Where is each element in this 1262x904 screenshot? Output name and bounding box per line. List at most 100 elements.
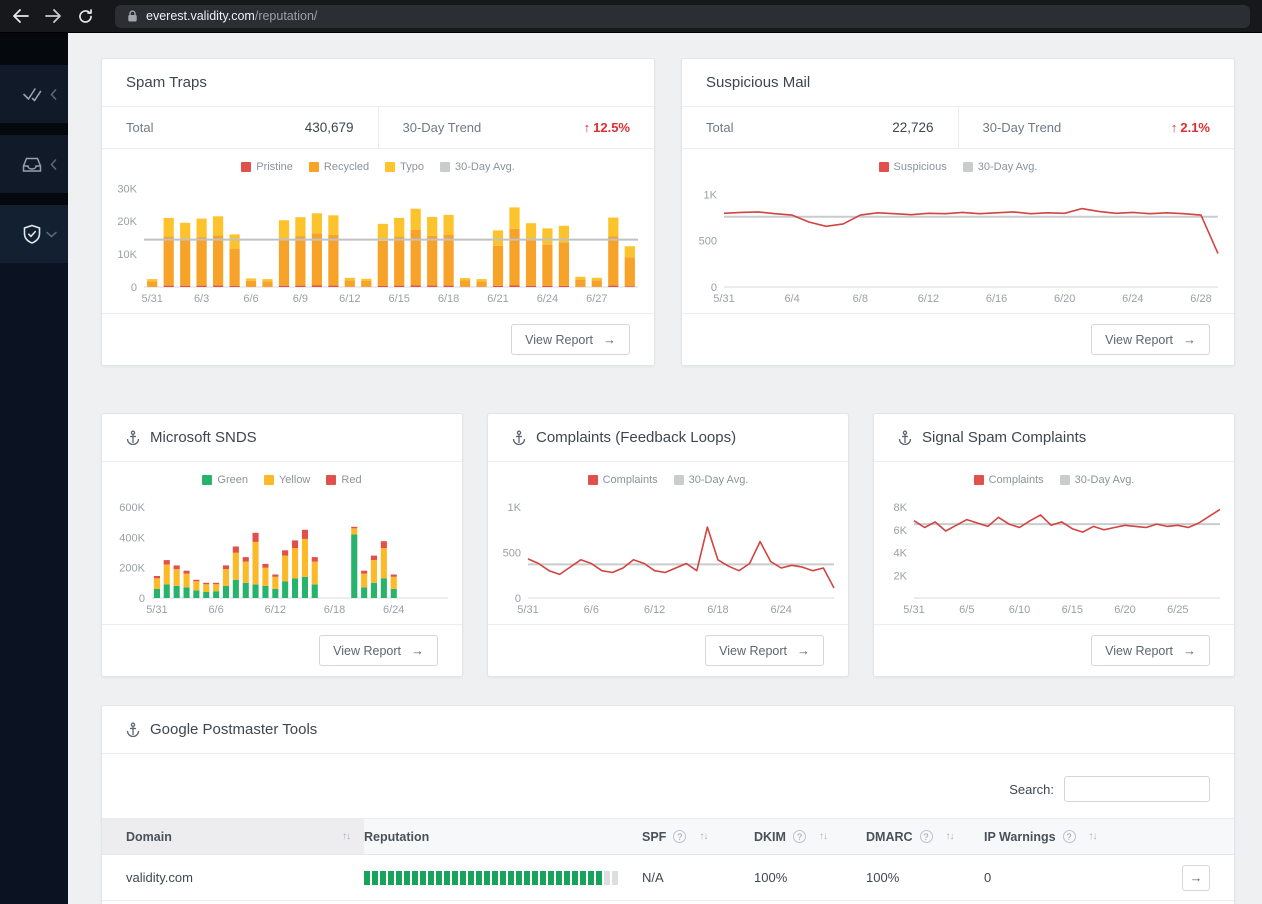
- reputation-segment: [476, 870, 482, 885]
- view-report-button[interactable]: View Report →: [319, 635, 438, 666]
- suspicious-mail-card: Suspicious Mail Total 22,726 30-Day Tren…: [681, 58, 1235, 366]
- card-title: Spam Traps: [126, 74, 207, 91]
- svg-text:6/9: 6/9: [293, 293, 308, 305]
- sidebar-item-inbox[interactable]: [0, 135, 68, 193]
- svg-text:8K: 8K: [894, 502, 908, 514]
- forward-arrow-icon: [45, 9, 61, 23]
- legend-item: Pristine: [241, 161, 293, 173]
- browser-chrome: everest.validity.com/reputation/: [0, 0, 1262, 33]
- google-postmaster-card: Google Postmaster Tools Search: Domain ↑…: [101, 705, 1235, 904]
- svg-text:6/20: 6/20: [1054, 293, 1075, 305]
- reputation-segment: [532, 870, 538, 885]
- view-report-button[interactable]: View Report →: [705, 635, 824, 666]
- total-value: 22,726: [892, 120, 934, 135]
- reputation-segment: [420, 870, 426, 885]
- help-icon[interactable]: ?: [919, 830, 933, 843]
- chevron-down-icon: [46, 231, 57, 238]
- legend-item: 30-Day Avg.: [440, 161, 515, 173]
- reputation-segment: [364, 870, 370, 885]
- search-input[interactable]: [1064, 776, 1210, 802]
- svg-text:500: 500: [503, 548, 521, 560]
- svg-text:6/6: 6/6: [208, 604, 223, 616]
- domain-cell: validity.com: [126, 870, 193, 885]
- view-report-button[interactable]: View Report →: [511, 324, 630, 355]
- chart-canvas: 0 200K 400K 600K 5/31 6/6 6/12 6/18 6/24: [119, 502, 448, 616]
- legend-swatch: [326, 475, 337, 485]
- trend-value: ↑ 12.5%: [583, 120, 630, 135]
- view-report-button[interactable]: View Report →: [1091, 324, 1210, 355]
- svg-text:6/16: 6/16: [986, 293, 1007, 305]
- svg-text:500: 500: [699, 236, 717, 248]
- svg-text:6/18: 6/18: [324, 604, 345, 616]
- reputation-segment: [500, 870, 506, 885]
- main-content: Spam Traps Total 430,679 30-Day Trend ↑ 1…: [68, 33, 1262, 904]
- sidebar-item-reputation[interactable]: [0, 205, 68, 263]
- card-title: Microsoft SNDS: [150, 429, 257, 446]
- svg-text:6/20: 6/20: [1114, 604, 1135, 616]
- reputation-segment: [468, 870, 474, 885]
- trend-up-icon: ↑: [583, 120, 591, 135]
- svg-text:6/15: 6/15: [1062, 604, 1083, 616]
- help-icon[interactable]: ?: [792, 830, 806, 843]
- legend-item: 30-Day Avg.: [673, 474, 748, 486]
- ip-warnings-cell: 0: [984, 870, 992, 885]
- arrow-right-icon: →: [1183, 332, 1196, 347]
- column-header-dkim[interactable]: DKIM ? ↑↓: [754, 819, 866, 854]
- legend-swatch: [440, 162, 451, 172]
- chart-canvas: 05001K5/31 6/6 6/12 6/18 6/24: [503, 502, 835, 616]
- legend-label: Red: [341, 474, 362, 486]
- svg-text:30K: 30K: [117, 183, 137, 195]
- back-button[interactable]: [12, 9, 29, 23]
- legend-swatch: [202, 475, 213, 485]
- top-card-row: Spam Traps Total 430,679 30-Day Trend ↑ 1…: [101, 58, 1235, 366]
- table-header: Domain ↑↓ Reputation SPF ? ↑↓ DKIM ? ↑↓: [102, 818, 1234, 855]
- chevron-left-icon: [50, 158, 57, 170]
- forward-button[interactable]: [45, 9, 62, 23]
- svg-text:5/31: 5/31: [903, 604, 924, 616]
- column-header-domain[interactable]: Domain ↑↓: [102, 819, 364, 854]
- reputation-bar: [364, 870, 642, 885]
- sidebar-item-validation[interactable]: [0, 65, 68, 123]
- legend-label: Recycled: [323, 161, 370, 173]
- help-icon[interactable]: ?: [1062, 830, 1076, 843]
- trend-value: ↑ 2.1%: [1170, 120, 1210, 135]
- svg-text:0: 0: [139, 593, 145, 605]
- card-footer: View Report →: [488, 624, 848, 676]
- chart-legend: Complaints 30-Day Avg.: [874, 462, 1234, 488]
- column-header-spf[interactable]: SPF ? ↑↓: [642, 819, 754, 854]
- legend-label: Complaints: [602, 474, 658, 486]
- help-icon[interactable]: ?: [673, 830, 687, 843]
- complaints-card: Complaints (Feedback Loops) Complaints 30…: [487, 413, 849, 677]
- card-title: Complaints (Feedback Loops): [536, 429, 737, 446]
- column-header-dmarc[interactable]: DMARC ? ↑↓: [866, 819, 984, 854]
- svg-text:6/24: 6/24: [1122, 293, 1143, 305]
- refresh-button[interactable]: [78, 8, 93, 24]
- svg-text:20K: 20K: [117, 216, 137, 228]
- chart-legend: Suspicious 30-Day Avg.: [682, 149, 1234, 175]
- url-bar[interactable]: everest.validity.com/reputation/: [115, 4, 1250, 28]
- view-report-button[interactable]: View Report →: [1091, 635, 1210, 666]
- total-stat: Total 22,726: [682, 107, 959, 148]
- chart-legend: Complaints 30-Day Avg.: [488, 462, 848, 488]
- svg-text:6/3: 6/3: [194, 293, 209, 305]
- legend-swatch: [587, 475, 598, 485]
- legend-label: 30-Day Avg.: [1074, 474, 1135, 486]
- svg-text:6/24: 6/24: [770, 604, 791, 616]
- reputation-segment: [516, 870, 522, 885]
- card-footer: View Report →: [102, 313, 654, 365]
- sidebar-submenu-area: [0, 263, 68, 904]
- reputation-segment: [612, 870, 618, 885]
- stats-row: Total 430,679 30-Day Trend ↑ 12.5%: [102, 107, 654, 149]
- svg-text:6/5: 6/5: [959, 604, 974, 616]
- card-header: Complaints (Feedback Loops): [488, 414, 848, 462]
- chart-legend: Pristine Recycled Typo 30-Day Avg.: [102, 149, 654, 175]
- row-detail-button[interactable]: →: [1182, 864, 1210, 891]
- reputation-segment: [540, 870, 546, 885]
- snds-chart: 0 200K 400K 600K 5/31 6/6 6/12 6/18 6/24: [104, 492, 454, 616]
- reputation-segment: [580, 870, 586, 885]
- card-header: Suspicious Mail: [682, 59, 1234, 107]
- column-header-ip-warnings[interactable]: IP Warnings ? ↑↓: [984, 819, 1180, 854]
- card-title: Signal Spam Complaints: [922, 429, 1087, 446]
- sort-icon: ↑↓: [945, 831, 955, 842]
- chevron-left-icon: [50, 88, 57, 100]
